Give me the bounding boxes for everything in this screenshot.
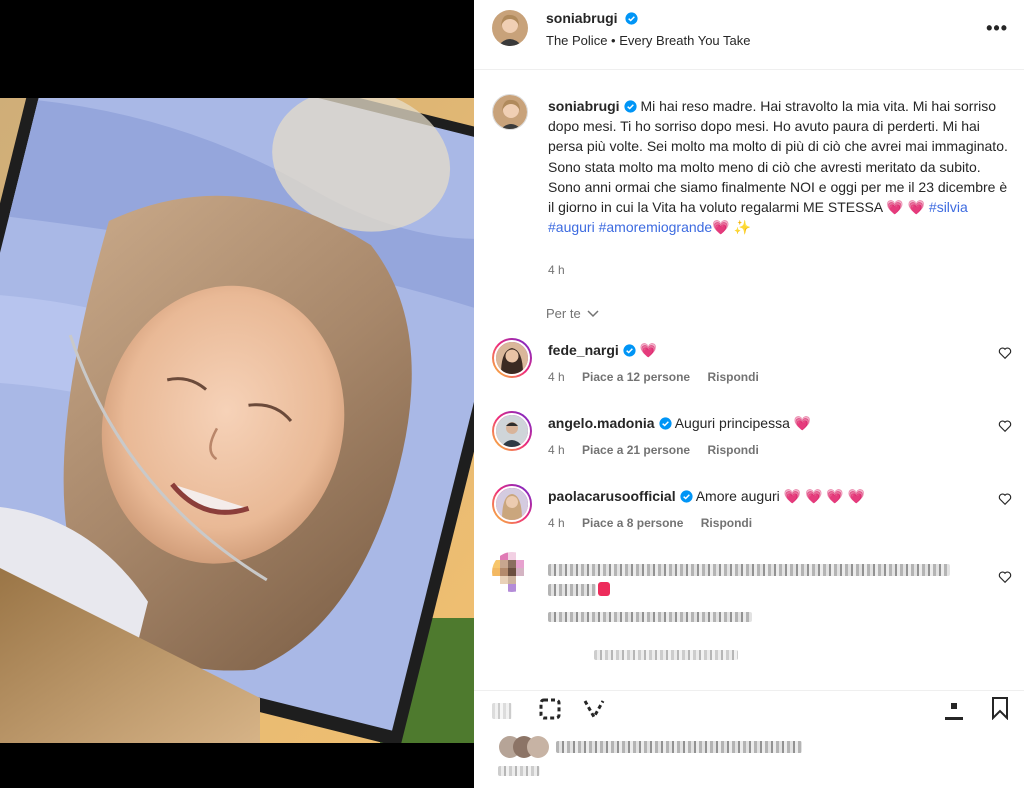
comment-text: fede_nargi 💗	[548, 342, 657, 359]
caption-body: Mi hai reso madre. Hai stravolto la mia …	[548, 98, 1008, 216]
post-header: soniabrugi The Police • Every Breath You…	[474, 0, 1024, 70]
comment-username[interactable]: fede_nargi	[548, 342, 619, 358]
comment-username[interactable]: paolacarusoofficial	[548, 488, 676, 504]
comment-body: Auguri principessa 💗	[674, 415, 812, 431]
post-media[interactable]	[0, 0, 474, 788]
comment-item: paolacarusoofficial Amore auguri 💗 💗 💗 💗…	[474, 484, 1024, 548]
verified-badge-icon	[658, 417, 672, 430]
commenter-avatar[interactable]	[492, 484, 532, 524]
comment-username[interactable]: angelo.madonia	[548, 415, 655, 431]
heart-outline-icon[interactable]	[998, 570, 1012, 584]
pixelated-view-replies[interactable]	[594, 650, 738, 660]
post-actions	[474, 690, 1024, 726]
comment-likes[interactable]: Piace a 21 persone	[582, 443, 690, 457]
caption-avatar[interactable]	[492, 94, 528, 130]
comment-item: fede_nargi 💗 4 h Piace a 12 persone Risp…	[474, 338, 1024, 402]
hashtag-silvia[interactable]: #silvia	[929, 199, 968, 215]
pixelated-heart	[598, 582, 610, 596]
commenter-avatar-pixelated[interactable]	[492, 552, 532, 592]
heart-outline-icon[interactable]	[998, 492, 1012, 506]
likes-summary[interactable]	[498, 735, 802, 761]
comment-time[interactable]: 4 h	[548, 370, 565, 384]
author-avatar[interactable]	[492, 10, 528, 46]
share-icon[interactable]	[582, 697, 606, 721]
hashtag-auguri[interactable]: #auguri	[548, 219, 595, 235]
likes-text-pixelated	[556, 741, 802, 753]
caption-timestamp[interactable]: 4 h	[548, 263, 565, 277]
comment-item-pixelated	[474, 552, 1024, 662]
caption-text: soniabrugi Mi hai reso madre. Hai stravo…	[548, 96, 1010, 237]
pixelated-comment-meta	[548, 612, 752, 622]
comment-time[interactable]: 4 h	[548, 516, 565, 530]
more-icon[interactable]: •••	[986, 18, 1008, 39]
author-username-text[interactable]: soniabrugi	[546, 10, 618, 26]
post-photo	[0, 98, 474, 743]
comment-time[interactable]: 4 h	[548, 443, 565, 457]
comment-body: Amore auguri 💗 💗 💗 💗	[695, 488, 866, 504]
commenter-avatar[interactable]	[492, 411, 532, 451]
comments-filter-label: Per te	[546, 306, 581, 321]
author-username[interactable]: soniabrugi	[546, 10, 639, 26]
comment-text: paolacarusoofficial Amore auguri 💗 💗 💗 💗	[548, 488, 865, 505]
comment-meta: 4 h Piace a 8 persone Rispondi	[548, 516, 766, 530]
comment-likes[interactable]: Piace a 8 persone	[582, 516, 683, 530]
commenter-avatar[interactable]	[492, 338, 532, 378]
comments-filter[interactable]: Per te	[546, 306, 599, 321]
comment-body: 💗	[639, 342, 658, 358]
comment-text: angelo.madonia Auguri principessa 💗	[548, 415, 811, 432]
like-button-pixelated[interactable]	[492, 703, 512, 719]
post-details-panel: soniabrugi The Police • Every Breath You…	[474, 0, 1024, 788]
verified-badge-icon	[680, 490, 693, 503]
comment-item: angelo.madonia Auguri principessa 💗 4 h …	[474, 411, 1024, 475]
reply-button[interactable]: Rispondi	[707, 370, 758, 384]
verified-badge-icon	[623, 344, 636, 357]
chevron-down-icon	[587, 310, 599, 318]
comment-likes[interactable]: Piace a 12 persone	[582, 370, 690, 384]
verified-badge-icon	[625, 12, 639, 25]
comment-icon[interactable]	[538, 697, 562, 721]
post-date-pixelated	[498, 766, 540, 776]
bookmark-icon[interactable]	[988, 696, 1012, 720]
hashtag-amoremiogrande[interactable]: #amoremiogrande	[599, 219, 713, 235]
caption-username[interactable]: soniabrugi	[548, 98, 620, 114]
comment-meta: 4 h Piace a 12 persone Rispondi	[548, 370, 773, 384]
likers-avatars	[499, 736, 549, 758]
verified-badge-icon	[623, 100, 637, 113]
tail-emoji: 💗 ✨	[712, 219, 751, 236]
heart-outline-icon[interactable]	[998, 346, 1012, 360]
reply-button[interactable]: Rispondi	[701, 516, 752, 530]
reply-button[interactable]: Rispondi	[707, 443, 758, 457]
pixelated-comment-line	[548, 584, 596, 596]
download-icon[interactable]	[942, 699, 966, 723]
heart-emoji: 💗 💗	[886, 199, 926, 216]
heart-outline-icon[interactable]	[998, 419, 1012, 433]
pixelated-comment-line	[548, 564, 950, 576]
comment-meta: 4 h Piace a 21 persone Rispondi	[548, 443, 773, 457]
audio-track[interactable]: The Police • Every Breath You Take	[546, 33, 751, 48]
